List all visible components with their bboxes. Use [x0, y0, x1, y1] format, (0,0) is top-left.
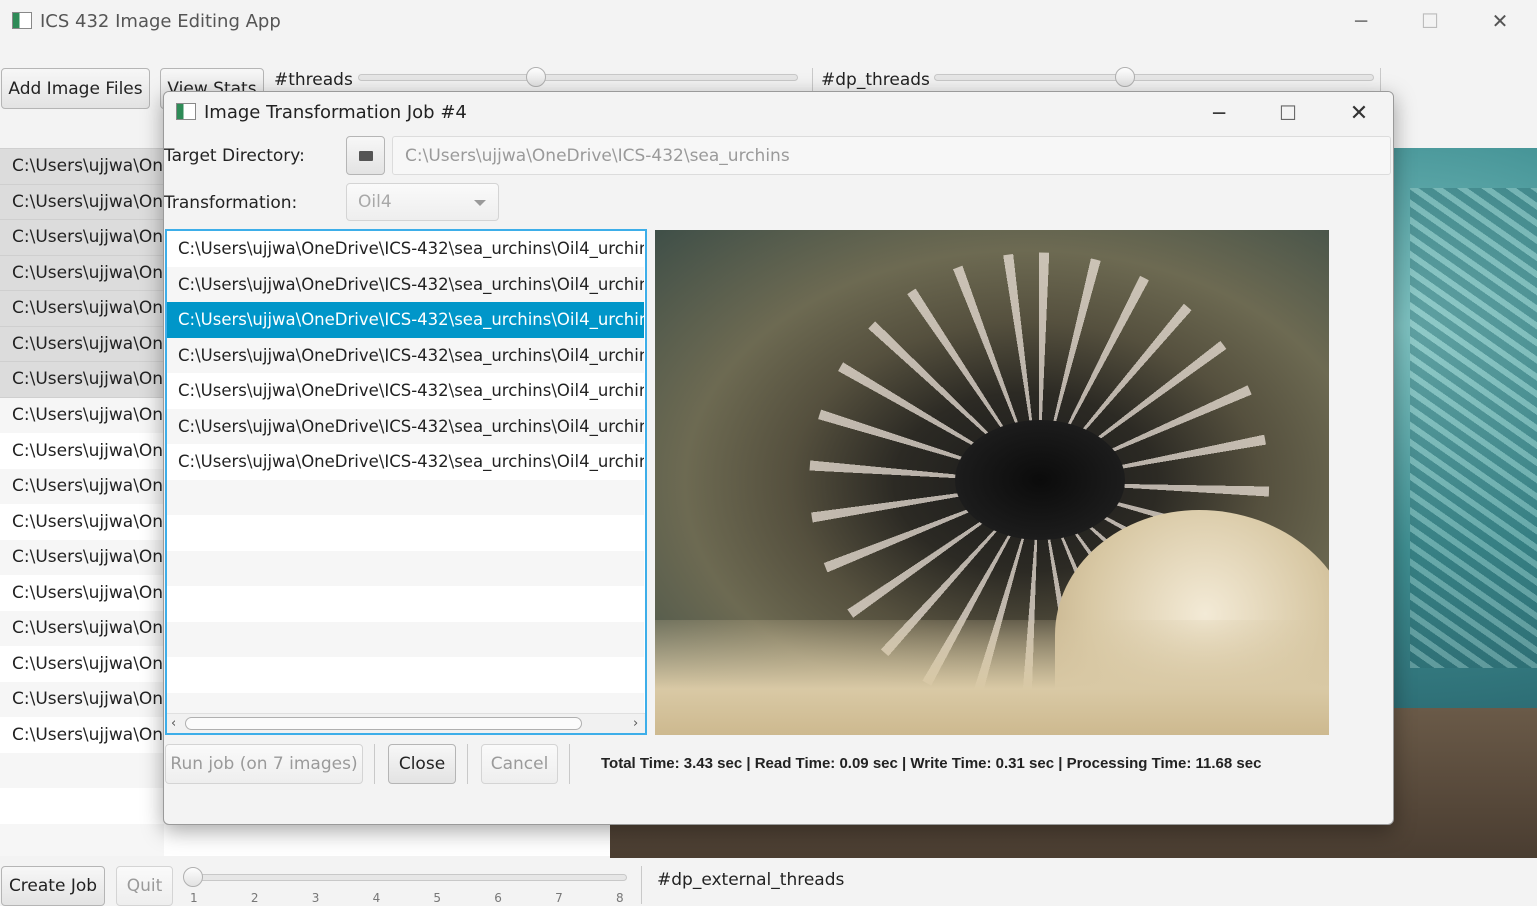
file-list-item[interactable]: C:\Users\ujjwa\OneDrive\ICS-432\sea_urch… [0, 255, 164, 291]
slider-tick-label: 4 [372, 891, 381, 905]
dp-external-threads-slider-thumb[interactable] [183, 867, 203, 887]
file-list-item[interactable]: C:\Users\ujjwa\OneDrive\ICS-432\sea_urch… [0, 149, 164, 185]
transformation-select[interactable]: Oil4 [346, 183, 499, 221]
close-icon[interactable]: ✕ [1480, 6, 1520, 36]
empty-list-row [0, 788, 164, 824]
file-list-item[interactable]: C:\Users\ujjwa\OneDrive\ICS-432\sea_urch… [0, 646, 164, 682]
file-list-item[interactable]: C:\Users\ujjwa\OneDrive\ICS-432\sea_urch… [0, 184, 164, 220]
folder-icon [358, 150, 373, 161]
file-list-item[interactable]: C:\Users\ujjwa\OneDrive\ICS-432\sea_urch… [0, 717, 164, 753]
output-file-item[interactable]: C:\Users\ujjwa\OneDrive\ICS-432\sea_urch… [167, 231, 644, 267]
file-list-item[interactable]: C:\Users\ujjwa\OneDrive\ICS-432\sea_urch… [0, 610, 164, 646]
file-list-item[interactable]: C:\Users\ujjwa\OneDrive\ICS-432\sea_urch… [0, 681, 164, 717]
slider-tick-label: 5 [433, 891, 442, 905]
empty-list-row [167, 479, 644, 515]
run-job-button[interactable]: Run job (on 7 images) [165, 744, 363, 784]
create-job-button[interactable]: Create Job [1, 866, 105, 906]
transformation-value: Oil4 [358, 192, 392, 212]
empty-list-row [167, 621, 644, 657]
empty-list-row [167, 515, 644, 551]
cancel-button[interactable]: Cancel [481, 744, 558, 784]
quit-button[interactable]: Quit [116, 866, 173, 906]
toolbar-divider [812, 68, 813, 92]
output-file-item[interactable]: C:\Users\ujjwa\OneDrive\ICS-432\sea_urch… [167, 444, 644, 480]
dp-external-threads-slider[interactable]: 1 2 3 4 5 6 7 8 [183, 866, 629, 905]
maximize-icon[interactable]: ☐ [1410, 6, 1450, 36]
job-dialog: Image Transformation Job #4 ─ ☐ ✕ Target… [163, 91, 1394, 825]
close-button[interactable]: Close [388, 744, 456, 784]
file-list-item[interactable]: C:\Users\ujjwa\OneDrive\ICS-432\sea_urch… [0, 575, 164, 611]
dp-threads-slider[interactable] [934, 66, 1374, 90]
minimize-icon[interactable]: ─ [1341, 6, 1381, 36]
target-directory-value: C:\Users\ujjwa\OneDrive\ICS-432\sea_urch… [405, 145, 790, 166]
maximize-icon[interactable]: ☐ [1268, 98, 1308, 128]
file-list-item[interactable]: C:\Users\ujjwa\OneDrive\ICS-432\sea_urch… [0, 539, 164, 575]
slider-tick-label: 8 [616, 891, 624, 905]
output-file-item[interactable]: C:\Users\ujjwa\OneDrive\ICS-432\sea_urch… [167, 302, 644, 338]
target-directory-label: Target Directory: [164, 146, 305, 166]
horizontal-scrollbar[interactable]: ‹ › [167, 713, 645, 733]
empty-list-row [167, 550, 644, 586]
output-file-item[interactable]: C:\Users\ujjwa\OneDrive\ICS-432\sea_urch… [167, 408, 644, 444]
app-icon [176, 103, 196, 120]
dialog-title: Image Transformation Job #4 [204, 102, 467, 123]
empty-list-row [167, 586, 644, 622]
dp-external-threads-label: #dp_external_threads [657, 870, 845, 890]
threads-slider[interactable] [358, 66, 798, 90]
slider-tick-label: 1 [190, 891, 198, 905]
slider-tick-label: 2 [250, 891, 259, 905]
slider-tick-label: 3 [311, 891, 320, 905]
file-list-item[interactable]: C:\Users\ujjwa\OneDrive\ICS-432\sea_urch… [0, 433, 164, 469]
dialog-title-bar: Image Transformation Job #4 ─ ☐ ✕ [164, 92, 1393, 134]
dp-threads-slider-thumb[interactable] [1114, 67, 1135, 87]
empty-list-row [167, 657, 644, 693]
file-list-item[interactable]: C:\Users\ujjwa\OneDrive\ICS-432\sea_urch… [0, 397, 164, 433]
bottom-bar: Create Job Quit 1 2 3 4 5 6 7 8 #dp_external_th… [0, 858, 1537, 906]
threads-label: #threads [274, 70, 353, 90]
close-icon[interactable]: ✕ [1339, 98, 1379, 128]
dp-threads-label: #dp_threads [821, 70, 930, 90]
output-file-item[interactable]: C:\Users\ujjwa\OneDrive\ICS-432\sea_urch… [167, 337, 644, 373]
main-window-title: ICS 432 Image Editing App [40, 11, 281, 32]
output-image-preview [655, 230, 1329, 735]
scroll-right-icon[interactable]: › [633, 716, 638, 731]
output-file-list[interactable]: C:\Users\ujjwa\OneDrive\ICS-432\sea_urch… [165, 229, 647, 735]
target-directory-field[interactable]: C:\Users\ujjwa\OneDrive\ICS-432\sea_urch… [392, 136, 1391, 175]
dialog-divider-1 [374, 744, 375, 784]
output-file-item[interactable]: C:\Users\ujjwa\OneDrive\ICS-432\sea_urch… [167, 373, 644, 409]
file-list-item[interactable]: C:\Users\ujjwa\OneDrive\ICS-432\sea_urch… [0, 326, 164, 362]
scrollbar-thumb[interactable] [185, 717, 582, 730]
file-list-item[interactable]: C:\Users\ujjwa\OneDrive\ICS-432\sea_urch… [0, 220, 164, 256]
file-list-item[interactable]: C:\Users\ujjwa\OneDrive\ICS-432\sea_urch… [0, 468, 164, 504]
scroll-left-icon[interactable]: ‹ [171, 716, 176, 731]
file-list-item[interactable]: C:\Users\ujjwa\OneDrive\ICS-432\sea_urch… [0, 362, 164, 398]
file-list-item[interactable]: C:\Users\ujjwa\OneDrive\ICS-432\sea_urch… [0, 504, 164, 540]
empty-list-row [0, 823, 164, 856]
dialog-divider-3 [569, 744, 570, 784]
add-image-files-button[interactable]: Add Image Files [1, 68, 150, 109]
threads-slider-thumb[interactable] [526, 67, 546, 87]
toolbar-divider-2 [1380, 68, 1381, 92]
job-stats-text: Total Time: 3.43 sec | Read Time: 0.09 s… [601, 755, 1262, 772]
main-title-bar: ICS 432 Image Editing App ─ ☐ ✕ [0, 0, 1537, 44]
file-list-item[interactable]: C:\Users\ujjwa\OneDrive\ICS-432\sea_urch… [0, 291, 164, 327]
output-file-item[interactable]: C:\Users\ujjwa\OneDrive\ICS-432\sea_urch… [167, 266, 644, 302]
empty-list-row [0, 752, 164, 788]
slider-tick-label: 7 [555, 891, 563, 905]
transformation-label: Transformation: [164, 193, 298, 213]
choose-directory-button[interactable] [346, 136, 385, 175]
slider-tick-label: 6 [494, 891, 502, 905]
app-icon [12, 12, 32, 29]
minimize-icon[interactable]: ─ [1199, 98, 1239, 128]
bottom-divider [641, 866, 642, 904]
dropdown-arrow-icon [474, 200, 486, 206]
dialog-divider-2 [467, 744, 468, 784]
